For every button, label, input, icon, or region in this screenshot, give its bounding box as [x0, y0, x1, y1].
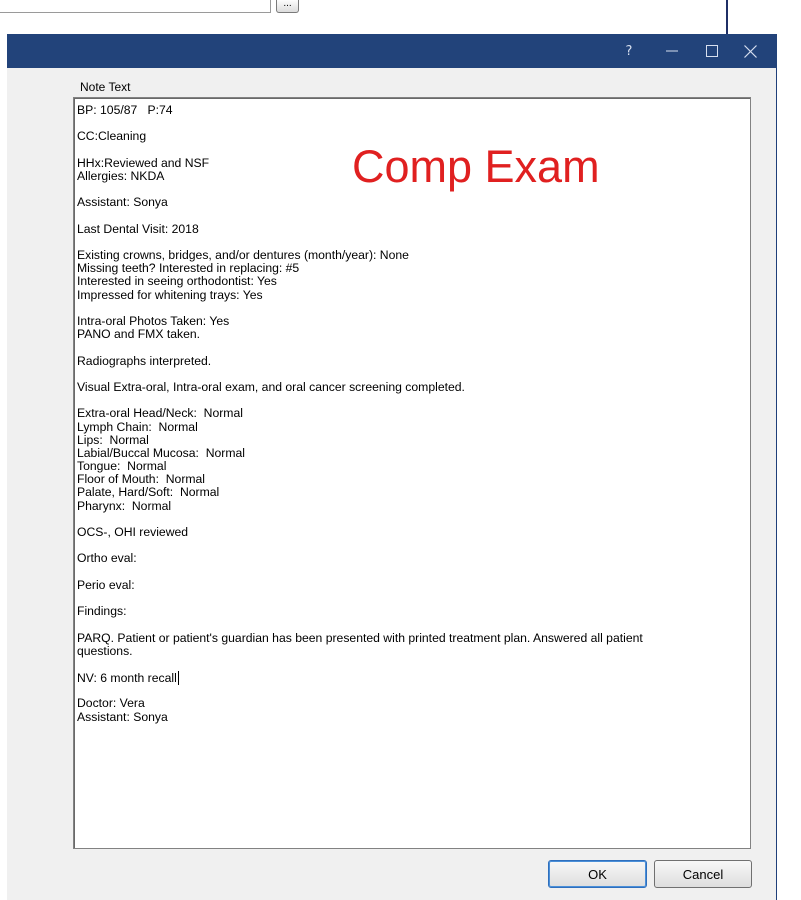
close-button[interactable] [735, 34, 765, 68]
note-line [77, 117, 643, 130]
help-button[interactable]: ? [619, 34, 639, 68]
note-line: PARQ. Patient or patient's guardian has … [77, 630, 643, 645]
note-line: Palate, Hard/Soft: Normal [77, 485, 220, 500]
note-line [77, 592, 643, 605]
note-line [77, 210, 643, 223]
background-window-left [0, 68, 7, 900]
note-line: Findings: [77, 604, 127, 619]
note-textarea[interactable]: BP: 105/87 P:74 CC:Cleaning HHx:Reviewed a… [73, 97, 751, 849]
note-line: Interested in seeing orthodontist: Yes [77, 274, 277, 289]
note-line [77, 341, 643, 354]
background-ellipsis-button[interactable]: ... [276, 0, 299, 13]
note-line: Visual Extra-oral, Intra-oral exam, and … [77, 379, 465, 394]
text-cursor [177, 671, 179, 686]
note-line: Impressed for whitening trays: Yes [77, 287, 263, 302]
note-line: Assistant: Sonya [77, 709, 168, 724]
note-line: PANO and FMX taken. [77, 327, 201, 342]
ok-button[interactable]: OK [548, 860, 647, 888]
cancel-button[interactable]: Cancel [654, 860, 752, 888]
comp-exam-overlay-text: Comp Exam [352, 141, 600, 192]
note-line: NV: 6 month recall [77, 671, 179, 686]
note-line: Extra-oral Head/Neck: Normal [77, 406, 243, 421]
note-line: Ortho eval: [77, 551, 137, 566]
note-line [77, 618, 643, 631]
minimize-button[interactable] [657, 34, 687, 68]
note-line [77, 368, 643, 381]
note-line [77, 539, 643, 552]
note-line: questions. [77, 643, 133, 658]
note-text-label: Note Text [80, 80, 131, 94]
note-line [77, 566, 643, 579]
note-content: BP: 105/87 P:74 CC:Cleaning HHx:Reviewed a… [77, 103, 643, 724]
note-line: BP: 105/87 P:74 [77, 103, 173, 117]
title-bar[interactable]: ? [7, 34, 777, 68]
note-line: Lymph Chain: Normal [77, 419, 198, 434]
background-text-field[interactable] [0, 0, 271, 13]
note-line [77, 684, 643, 697]
note-line: Last Dental Visit: 2018 [77, 221, 199, 236]
maximize-icon [706, 45, 718, 57]
note-line [77, 658, 643, 671]
note-line: Doctor: Vera [77, 696, 145, 711]
background-window-top: ... [0, 0, 801, 34]
note-line: OCS-, OHI reviewed [77, 525, 189, 539]
background-divider [726, 0, 728, 34]
note-line: Radiographs interpreted. [77, 353, 212, 368]
note-line: Lips: Normal [77, 432, 149, 447]
note-line: Perio eval: [77, 577, 135, 592]
note-line: Assistant: Sonya [77, 195, 168, 210]
maximize-button[interactable] [697, 34, 727, 68]
note-line: Pharynx: Normal [77, 498, 172, 513]
close-icon [743, 44, 757, 58]
minimize-icon [666, 50, 678, 52]
